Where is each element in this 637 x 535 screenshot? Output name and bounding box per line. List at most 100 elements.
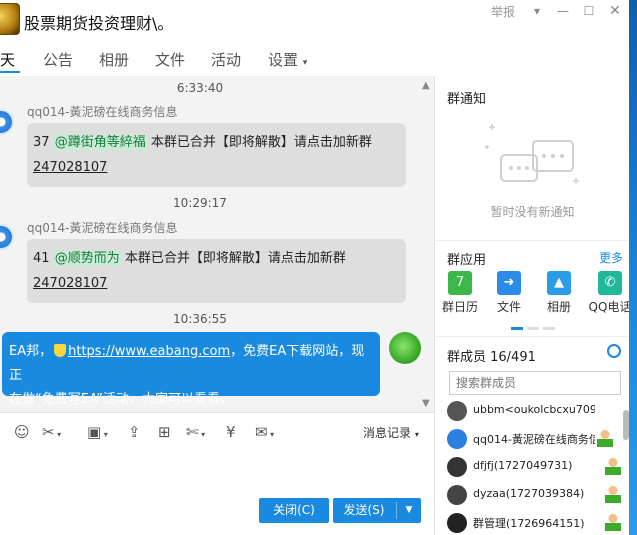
send-button[interactable]: 发送(S) ▼ bbox=[333, 498, 421, 523]
app-phone[interactable]: ✆ QQ电话 bbox=[585, 271, 629, 315]
red-packet-icon[interactable]: ¥ bbox=[226, 423, 236, 441]
sender-avatar[interactable] bbox=[0, 224, 14, 250]
avatar bbox=[447, 485, 467, 505]
send-divider bbox=[396, 502, 397, 519]
message-prefix: 41 bbox=[33, 251, 54, 266]
tab-settings-label: 设置 bbox=[268, 51, 299, 69]
calendar-icon: 7 bbox=[448, 271, 472, 295]
member-role-icon bbox=[605, 513, 621, 531]
member-search bbox=[449, 371, 621, 395]
minimize-icon[interactable]: — bbox=[553, 2, 573, 20]
member-role-icon bbox=[605, 485, 621, 503]
message-text: 本群已合并【即将解散】请点击加新群 bbox=[120, 251, 346, 266]
screenshot-icon[interactable]: ✂ ▾ bbox=[42, 423, 61, 441]
mention-tag[interactable]: @顺势而为 bbox=[53, 251, 121, 266]
tab-activity[interactable]: 活动 bbox=[211, 49, 241, 70]
emoji-icon[interactable]: ☺ bbox=[14, 423, 30, 441]
page-dot[interactable] bbox=[511, 327, 523, 330]
my-avatar[interactable] bbox=[389, 332, 421, 364]
feedback-icon[interactable]: ✉ ▾ bbox=[255, 423, 274, 441]
avatar bbox=[447, 429, 467, 449]
upload-icon[interactable]: ⇪ bbox=[128, 423, 141, 441]
chat-scrollbar[interactable]: ▲ ▼ bbox=[422, 80, 432, 410]
empty-notice-icon bbox=[485, 124, 579, 184]
report-button[interactable]: 举报 bbox=[491, 3, 515, 20]
message-prefix: 37 bbox=[33, 135, 54, 150]
notice-title: 群通知 bbox=[447, 92, 487, 107]
tab-chat[interactable]: 聊天 bbox=[0, 49, 15, 70]
tab-announcement[interactable]: 公告 bbox=[43, 49, 73, 70]
message-text: 本群已合并【即将解散】请点击加新群 bbox=[146, 135, 372, 150]
chevron-down-icon: ▾ bbox=[302, 58, 308, 68]
search-icon[interactable] bbox=[607, 344, 621, 358]
app-label: 群日历 bbox=[441, 300, 478, 314]
app-label: 相册 bbox=[546, 300, 571, 314]
title-bar: 股票期货投资理财\。 举报 ▾ — ☐ ✕ bbox=[0, 0, 629, 42]
message-record-button[interactable]: 消息记录 ▾ bbox=[363, 424, 419, 441]
tab-album[interactable]: 相册 bbox=[99, 49, 129, 70]
close-button[interactable]: 关闭(C) bbox=[259, 498, 329, 523]
member-name: ubbm<oukolcbcxu709@qq. bbox=[473, 403, 595, 416]
member-item[interactable]: dfjfj(1727049731) bbox=[447, 455, 625, 481]
avatar bbox=[447, 513, 467, 533]
no-notice-text: 暂时没有新通知 bbox=[490, 205, 575, 219]
chat-messages[interactable]: 6:33:40 qq014-黃泥磅在线商务信息 37 @蹲街角等綷福 本群已合并… bbox=[0, 76, 434, 412]
group-avatar[interactable] bbox=[0, 3, 20, 35]
page-dot[interactable] bbox=[527, 327, 539, 330]
apps-page-indicator bbox=[511, 327, 555, 330]
member-item[interactable]: dyzaa(1727039384) bbox=[447, 483, 625, 509]
app-label: 文件 bbox=[496, 300, 521, 314]
chat-window: 股票期货投资理财\。 举报 ▾ — ☐ ✕ 聊天 公告 相册 文件 活动 设置 … bbox=[0, 0, 629, 535]
member-item[interactable]: qq014-黃泥磅在线商务信 bbox=[447, 427, 625, 453]
members-title: 群成员 16/491 bbox=[447, 350, 536, 365]
maximize-icon[interactable]: ☐ bbox=[579, 2, 599, 20]
app-album[interactable]: ▲ 相册 bbox=[534, 271, 584, 315]
gift-icon[interactable]: ⊞ bbox=[158, 423, 171, 441]
member-role-icon bbox=[605, 457, 621, 475]
mention-tag[interactable]: @蹲街角等綷福 bbox=[53, 135, 147, 150]
avatar bbox=[447, 457, 467, 477]
phone-icon: ✆ bbox=[598, 271, 622, 295]
more-apps-link[interactable]: 更多 bbox=[599, 249, 623, 266]
timestamp: 6:33:40 bbox=[176, 81, 224, 95]
tab-files[interactable]: 文件 bbox=[155, 49, 185, 70]
sender-avatar[interactable] bbox=[0, 109, 14, 135]
avatar bbox=[447, 401, 467, 421]
website-link[interactable]: https://www.eabang.com bbox=[68, 344, 230, 359]
my-message-bubble: EA邦， https://www.eabang.com，免费EA下载网站，现正 在做… bbox=[2, 332, 380, 407]
scroll-down-icon[interactable]: ▼ bbox=[422, 398, 430, 409]
image-icon[interactable]: ▣ ▾ bbox=[87, 423, 108, 441]
tab-bar: 聊天 公告 相册 文件 活动 设置 ▾ bbox=[0, 42, 629, 76]
apps-title: 群应用 bbox=[447, 253, 487, 268]
page-dot[interactable] bbox=[543, 327, 555, 330]
dropdown-icon[interactable]: ▾ bbox=[527, 2, 547, 20]
right-panel: 群通知 暂时没有新通知 群应用 更多 7 群日历 ➜ 文件 ▲ 相册 ✆ QQ电… bbox=[434, 76, 629, 535]
scissors-icon[interactable]: ✄ ▾ bbox=[186, 423, 205, 441]
app-calendar[interactable]: 7 群日历 bbox=[435, 271, 485, 315]
member-item[interactable]: 群管理(1726964151) bbox=[447, 511, 625, 535]
scroll-up-icon[interactable]: ▲ bbox=[422, 80, 430, 91]
send-options-icon[interactable]: ▼ bbox=[399, 498, 419, 523]
close-icon[interactable]: ✕ bbox=[605, 2, 625, 20]
group-number-link[interactable]: 247028107 bbox=[33, 160, 107, 175]
sender-name[interactable]: qq014-黃泥磅在线商务信息 bbox=[27, 103, 177, 120]
app-file[interactable]: ➜ 文件 bbox=[484, 271, 534, 315]
group-number-link[interactable]: 247028107 bbox=[33, 276, 107, 291]
message-bubble: 37 @蹲街角等綷福 本群已合并【即将解散】请点击加新群 247028107 bbox=[27, 123, 406, 187]
window-title: 股票期货投资理财\。 bbox=[24, 14, 174, 33]
sender-name[interactable]: qq014-黃泥磅在线商务信息 bbox=[27, 219, 177, 236]
member-search-input[interactable] bbox=[450, 372, 620, 394]
member-name: dyzaa(1727039384) bbox=[473, 487, 585, 500]
message-text: 在做“免费写EA”活动，大家可以看看。 bbox=[9, 392, 233, 407]
member-name: qq014-黃泥磅在线商务信 bbox=[473, 433, 595, 446]
admin-icon bbox=[597, 429, 613, 447]
tab-settings[interactable]: 设置 ▾ bbox=[268, 49, 307, 70]
desktop-background bbox=[629, 0, 637, 535]
active-tab-indicator bbox=[0, 71, 20, 73]
message-record-label: 消息记录 bbox=[363, 426, 412, 440]
member-name: 群管理(1726964151) bbox=[473, 517, 585, 530]
message-text: EA邦， bbox=[9, 344, 53, 359]
member-name: dfjfj(1727049731) bbox=[473, 459, 573, 472]
message-bubble: 41 @顺势而为 本群已合并【即将解散】请点击加新群 247028107 bbox=[27, 239, 406, 303]
member-item[interactable]: ubbm<oukolcbcxu709@qq. bbox=[447, 399, 625, 425]
